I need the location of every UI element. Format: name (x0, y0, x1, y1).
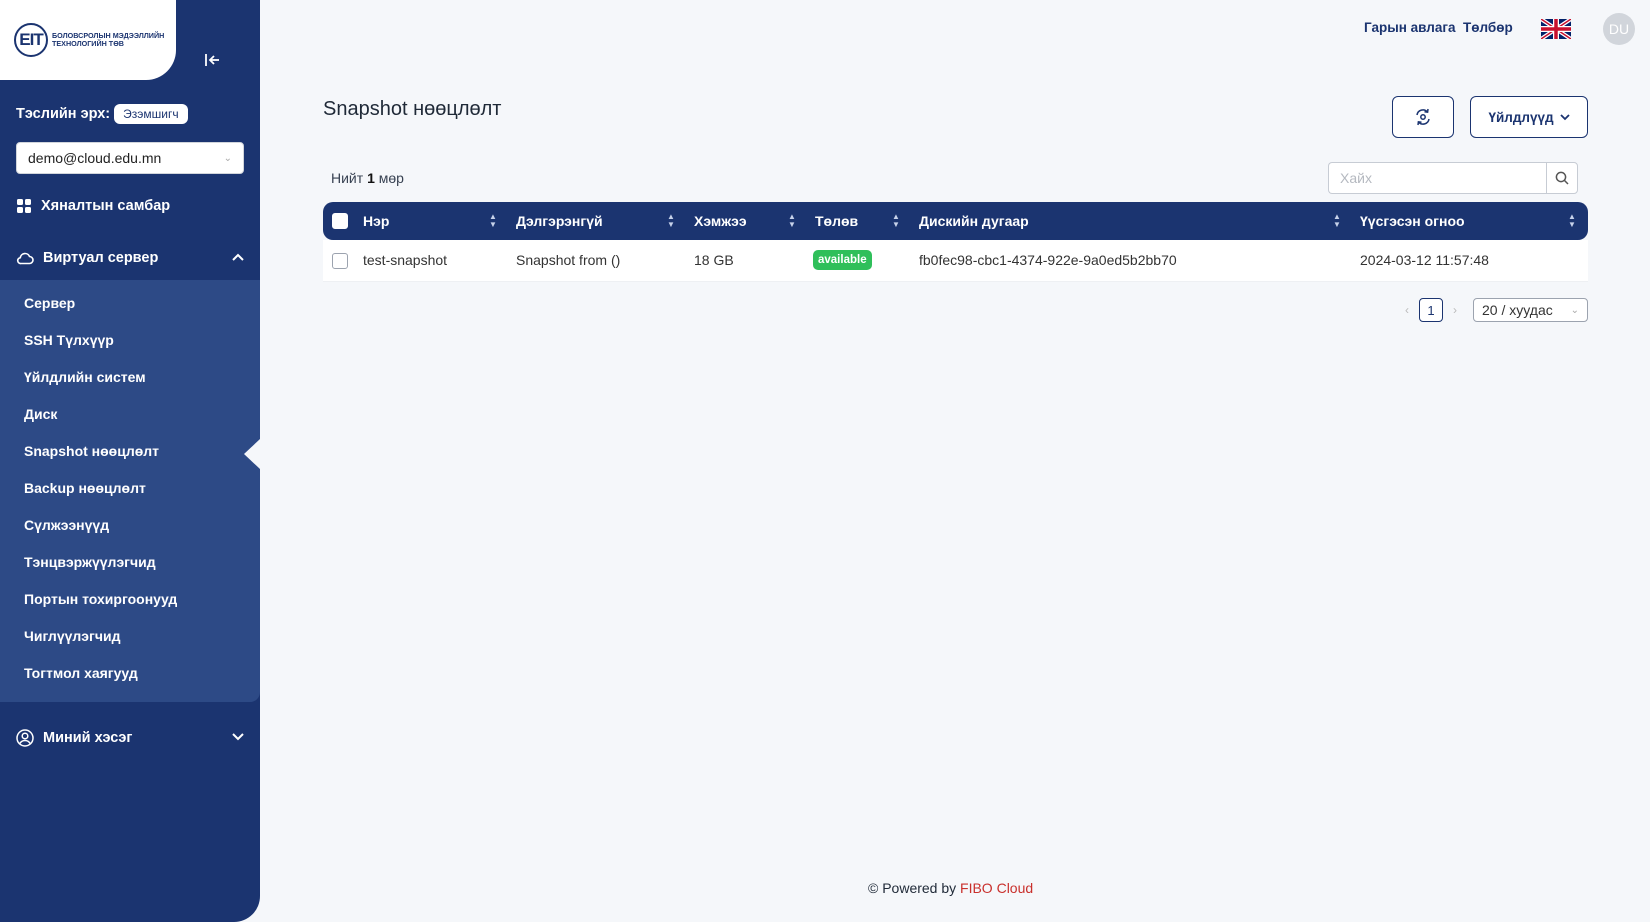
uk-flag-icon[interactable] (1541, 19, 1571, 39)
refresh-button[interactable] (1392, 96, 1454, 138)
role-row: Тэслийн эрх: Эзэмшигч (16, 104, 188, 124)
collapse-sidebar-button[interactable] (196, 44, 228, 76)
logo[interactable]: EIT Боловсролын мэдээллийн технологийн т… (0, 0, 176, 80)
sort-icon[interactable]: ▲ ▼ (788, 213, 796, 229)
cell-disk-id: fb0fec98-cbc1-4374-922e-9a0ed5b2bb70 (919, 252, 1177, 268)
account-select[interactable]: demo@cloud.edu.mn ⌄ (16, 142, 244, 174)
dashboard-icon (17, 199, 31, 213)
chevron-down-icon: ⌄ (223, 152, 232, 164)
pagination: ‹ 1 › (1405, 298, 1457, 322)
chevron-down-icon: ⌄ (1570, 304, 1579, 316)
chevron-up-icon (232, 252, 244, 264)
logo-text: Боловсролын мэдээллийн технологийн төв (52, 31, 165, 48)
payment-link[interactable]: Төлбөр (1463, 20, 1513, 35)
cell-size: 18 GB (694, 252, 734, 268)
sidebar-item-networks[interactable]: Сүлжээнүүд (24, 517, 109, 533)
select-all-checkbox[interactable] (332, 213, 348, 229)
page-size-select[interactable]: 20 / хуудас ⌄ (1473, 298, 1588, 322)
nav-dashboard[interactable]: Хяналтын самбар (16, 198, 244, 214)
total-prefix: Нийт (331, 170, 364, 186)
select-all-checkbox-cell (332, 213, 348, 229)
sort-icon[interactable]: ▲ ▼ (1568, 213, 1576, 229)
table-header: Нэр ▲ ▼ Дэлгэрэнгүй ▲ ▼ Хэмжээ ▲ ▼ Төлөв ▲ ▼… (323, 202, 1588, 240)
role-label: Тэслийн эрх: (16, 106, 111, 122)
snapshot-table: Нэр ▲ ▼ Дэлгэрэнгүй ▲ ▼ Хэмжээ ▲ ▼ Төлөв ▲ ▼… (323, 202, 1588, 282)
column-header-name[interactable]: Нэр (363, 213, 389, 229)
page-number[interactable]: 1 (1419, 298, 1443, 322)
nav-my-section-label: Миний хэсэг (43, 730, 133, 746)
role-badge: Эзэмшигч (114, 104, 188, 124)
avatar[interactable]: DU (1603, 13, 1635, 45)
page-title: Snapshot нөөцлөлт (323, 98, 502, 120)
sidebar: EIT Боловсролын мэдээллийн технологийн т… (0, 0, 260, 922)
column-header-created[interactable]: Үүсгэсэн огноо (1360, 213, 1465, 229)
sidebar-item-os[interactable]: Үйлдлийн систем (24, 369, 146, 385)
sidebar-item-ports[interactable]: Портын тохиргоонууд (24, 591, 177, 607)
logo-mark: EIT (14, 23, 48, 57)
chevron-down-icon (232, 732, 244, 744)
prev-page-icon[interactable]: ‹ (1405, 303, 1409, 317)
sort-icon[interactable]: ▲ ▼ (1333, 213, 1341, 229)
status-badge: available (813, 250, 872, 270)
cell-created: 2024-03-12 11:57:48 (1360, 252, 1489, 268)
chevron-down-icon (1559, 113, 1570, 120)
sort-icon[interactable]: ▲ ▼ (667, 213, 675, 229)
row-checkbox-cell (332, 253, 348, 269)
sidebar-item-ssh-key[interactable]: SSH Түлхүүр (24, 332, 114, 348)
nav-dashboard-label: Хяналтын самбар (41, 198, 171, 214)
nav-virtual-server[interactable]: Виртуал сервер (16, 250, 244, 266)
active-item-indicator (244, 439, 260, 469)
table-row[interactable]: test-snapshot Snapshot from () 18 GB ava… (323, 240, 1588, 282)
cell-name: test-snapshot (363, 252, 448, 268)
nav-virtual-server-label: Виртуал сервер (43, 250, 159, 266)
total-value: 1 (367, 170, 375, 186)
sidebar-item-snapshot[interactable]: Snapshot нөөцлөлт (24, 443, 159, 459)
sidebar-item-backup[interactable]: Backup нөөцлөлт (24, 480, 146, 496)
nav-my-section[interactable]: Миний хэсэг (16, 729, 244, 747)
next-page-icon[interactable]: › (1453, 303, 1457, 317)
total-count: Нийт 1 мөр (331, 170, 404, 186)
search-box (1328, 162, 1578, 194)
footer: © Powered by FIBO Cloud (868, 880, 1033, 896)
search-input[interactable] (1328, 162, 1546, 194)
search-icon (1555, 171, 1569, 185)
refresh-icon (1416, 108, 1430, 126)
user-circle-icon (16, 729, 34, 747)
footer-brand-link[interactable]: FIBO Cloud (960, 880, 1033, 896)
cell-description: Snapshot from () (516, 252, 621, 268)
account-value: demo@cloud.edu.mn (28, 150, 162, 166)
collapse-icon (205, 54, 219, 66)
column-header-disk-id[interactable]: Дискийн дугаар (919, 213, 1029, 229)
row-checkbox[interactable] (332, 253, 348, 269)
actions-label: Үйлдлүүд (1488, 109, 1554, 125)
cell-status: available (813, 250, 872, 270)
sort-icon[interactable]: ▲ ▼ (892, 213, 900, 229)
column-header-status[interactable]: Төлөв (815, 213, 858, 229)
sidebar-item-disk[interactable]: Диск (24, 406, 57, 422)
total-suffix: мөр (378, 170, 404, 186)
page-size-value: 20 / хуудас (1482, 302, 1553, 318)
sidebar-item-load-balancers[interactable]: Тэнцвэржүүлэгчид (24, 554, 156, 570)
sidebar-item-routers[interactable]: Чиглүүлэгчид (24, 628, 120, 644)
footer-prefix: © Powered by (868, 880, 957, 896)
search-button[interactable] (1546, 162, 1578, 194)
sidebar-item-floating-ips[interactable]: Тогтмол хаягууд (24, 665, 138, 681)
cloud-icon (16, 252, 34, 265)
sidebar-item-server[interactable]: Сервер (24, 295, 75, 311)
sort-icon[interactable]: ▲ ▼ (489, 213, 497, 229)
column-header-size[interactable]: Хэмжээ (694, 213, 747, 229)
virtual-server-submenu: Сервер SSH Түлхүүр Үйлдлийн систем Диск … (0, 280, 260, 702)
column-header-description[interactable]: Дэлгэрэнгүй (516, 213, 603, 229)
manual-link[interactable]: Гарын авлага (1364, 20, 1456, 35)
actions-dropdown-button[interactable]: Үйлдлүүд (1470, 96, 1588, 138)
